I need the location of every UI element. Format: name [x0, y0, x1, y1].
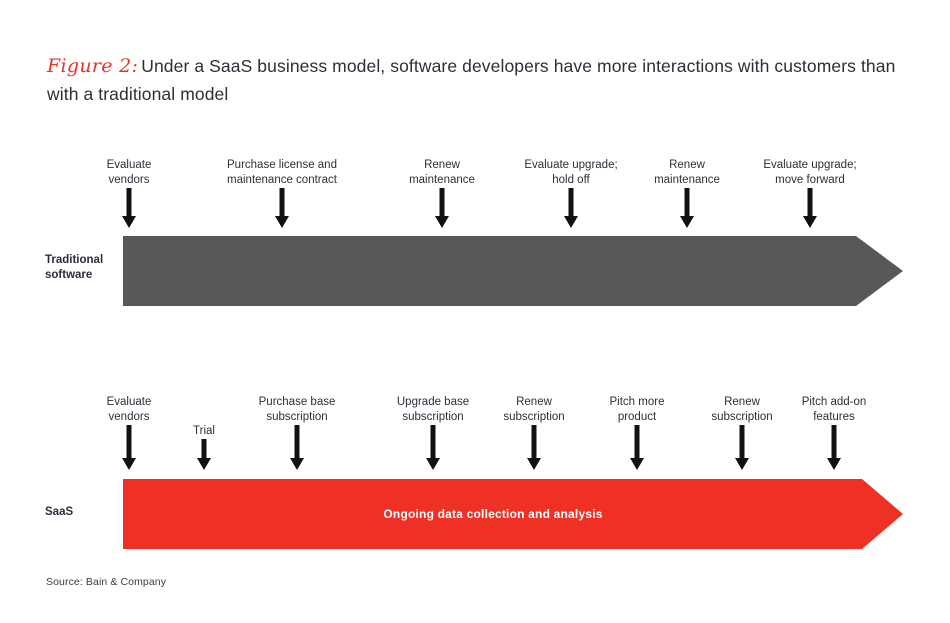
bar-caption-saas: Ongoing data collection and analysis — [383, 507, 603, 521]
figure-number-label: Figure 2: — [47, 55, 139, 77]
milestone-label: Renew maintenance — [409, 159, 475, 186]
milestone-label: Purchase license and maintenance contrac… — [227, 159, 337, 186]
milestone-traditional-1: Evaluate vendors — [54, 159, 204, 228]
down-arrow-icon — [527, 425, 541, 470]
milestone-row-saas: Evaluate vendors Trial Purchase base sub… — [0, 396, 950, 470]
lane-label-traditional: Traditional software — [45, 253, 120, 283]
down-arrow-icon — [827, 425, 841, 470]
page-title: Figure 2: Under a SaaS business model, so… — [47, 52, 927, 108]
lane-label-saas: SaaS — [45, 505, 120, 520]
milestone-traditional-2: Purchase license and maintenance contrac… — [207, 159, 357, 228]
timeline-bar-saas: Ongoing data collection and analysis — [123, 479, 903, 549]
milestone-label: Evaluate upgrade; move forward — [763, 159, 857, 186]
milestone-label: Evaluate vendors — [106, 396, 152, 423]
down-arrow-icon — [275, 188, 289, 228]
milestone-traditional-3: Renew maintenance — [367, 159, 517, 228]
milestone-saas-8: Pitch add-on features — [759, 396, 909, 470]
lane-label-saas-text: SaaS — [45, 506, 74, 518]
figure-title-block: Figure 2: Under a SaaS business model, so… — [47, 52, 927, 108]
down-arrow-icon — [426, 425, 440, 470]
down-arrow-icon — [435, 188, 449, 228]
bar-caption-traditional — [123, 236, 903, 306]
figure-title-text: Under a SaaS business model, software de… — [47, 56, 896, 104]
milestone-label: Purchase base subscription — [258, 396, 336, 423]
down-arrow-icon — [122, 188, 136, 228]
down-arrow-icon — [197, 439, 211, 470]
down-arrow-icon — [564, 188, 578, 228]
milestone-label: Evaluate vendors — [106, 159, 152, 186]
milestone-label: Pitch add-on features — [801, 396, 867, 423]
source-note: Source: Bain & Company — [46, 576, 167, 588]
timeline-bar-traditional — [123, 236, 903, 306]
lane-label-traditional-text: Traditional software — [45, 254, 104, 281]
milestone-row-traditional: Evaluate vendors Purchase license and ma… — [0, 159, 950, 228]
down-arrow-icon — [803, 188, 817, 228]
down-arrow-icon — [680, 188, 694, 228]
down-arrow-icon — [290, 425, 304, 470]
down-arrow-icon — [630, 425, 644, 470]
down-arrow-icon — [735, 425, 749, 470]
milestone-traditional-6: Evaluate upgrade; move forward — [735, 159, 885, 228]
milestone-saas-3: Purchase base subscription — [222, 396, 372, 470]
figure-container: Figure 2: Under a SaaS business model, so… — [0, 0, 950, 623]
